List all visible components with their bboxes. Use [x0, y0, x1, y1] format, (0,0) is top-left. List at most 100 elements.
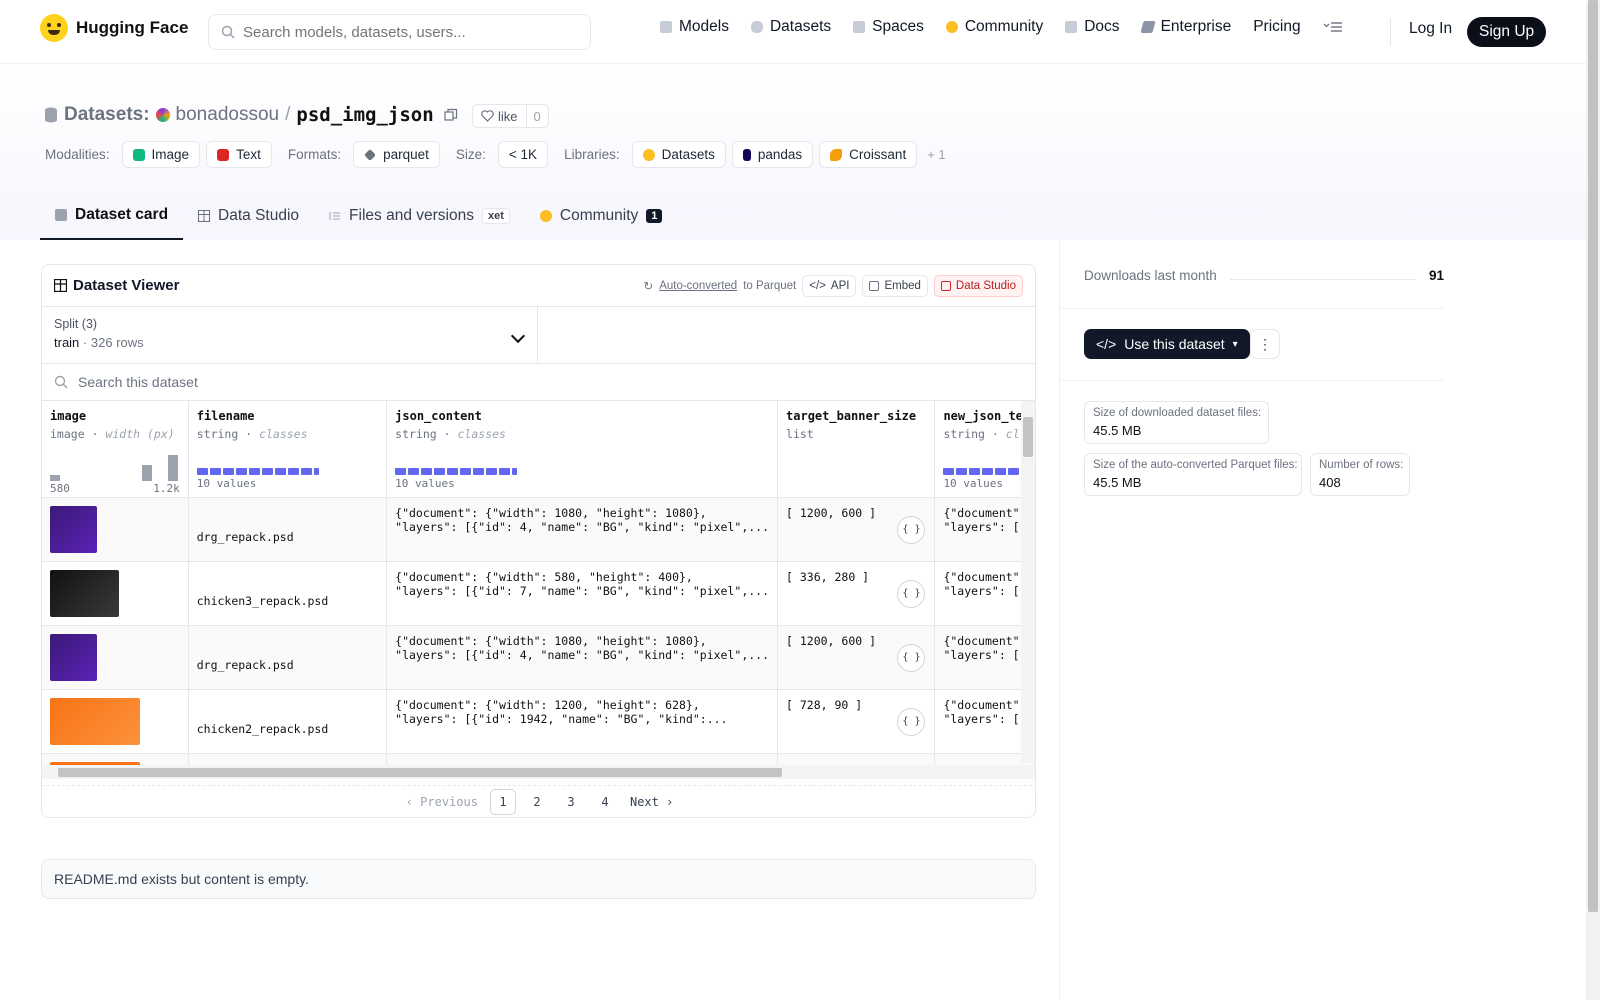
tag-text-label: Text [236, 147, 261, 162]
cell-json-line1: {"document": {"width": 1200, "height": 6… [395, 697, 700, 712]
repo-name[interactable]: psd_img_json [296, 104, 433, 126]
page-scrollbar[interactable] [1586, 0, 1600, 1000]
nav-community-label: Community [964, 18, 1044, 35]
dataset-search[interactable]: Search this dataset [42, 364, 1035, 401]
json-view-icon[interactable]: { } [897, 707, 926, 736]
horizontal-scroll-thumb[interactable] [58, 768, 782, 777]
json-view-icon[interactable]: { } [897, 643, 926, 672]
more-options-button[interactable]: ⋮ [1250, 329, 1280, 359]
dataset-icon [45, 107, 57, 123]
image-icon [132, 148, 145, 161]
signup-button[interactable]: Sign Up [1467, 17, 1547, 47]
nav-docs-label: Docs [1084, 18, 1120, 35]
row-count-value: 408 [1319, 475, 1341, 490]
nav-spaces[interactable]: Spaces [853, 18, 924, 36]
previous-page-button[interactable]: ‹ Previous [402, 789, 482, 815]
tag-size[interactable]: < 1K [497, 141, 549, 168]
api-button[interactable]: </> API [802, 274, 857, 297]
col-new-json-type-sep: · [991, 427, 999, 441]
nav-enterprise[interactable]: Enterprise [1139, 18, 1231, 36]
col-new-json-hint: cl [1005, 427, 1020, 441]
cell-banner-size: [ 336, 280 ] [786, 569, 870, 584]
search-input[interactable] [243, 23, 563, 41]
like-count: 0 [533, 108, 541, 124]
logo[interactable]: Hugging Face [40, 14, 188, 42]
nav-models-label: Models [679, 18, 729, 35]
col-new-json[interactable]: new_json_te string · cl 10 values [934, 401, 1035, 498]
nav-datasets[interactable]: Datasets [750, 18, 831, 36]
repo-header: Datasets: bonadossou / psd_img_json like… [0, 64, 1586, 240]
page-button[interactable]: 3 [558, 789, 584, 815]
nav-more-menu[interactable] [1323, 21, 1343, 33]
tag-datasets-lib[interactable]: Datasets [631, 141, 726, 168]
page: Hugging Face Models Datasets Spaces Comm… [0, 0, 1600, 1000]
more-libraries[interactable]: + 1 [927, 147, 945, 162]
page-button[interactable]: 2 [524, 789, 550, 815]
tag-pandas[interactable]: pandas [731, 141, 814, 168]
sidebar-divider-line [1060, 308, 1444, 309]
horizontal-scrollbar[interactable] [42, 765, 1035, 779]
table-row[interactable]: drg_repack.psd {"document": {"width": 10… [42, 625, 1035, 690]
histogram-bar [142, 465, 152, 481]
like-button[interactable]: like 0 [472, 104, 549, 128]
table-row[interactable]: chicken3_repack.psd {"document": {"width… [42, 561, 1035, 626]
tab-dataset-card[interactable]: Dataset card [40, 192, 184, 240]
row-thumbnail[interactable] [50, 569, 119, 617]
row-count-label: Number of rows: [1319, 459, 1404, 471]
row-count-stat: Number of rows: 408 [1310, 453, 1410, 496]
embed-button[interactable]: Embed [862, 274, 928, 297]
data-studio-button[interactable]: Data Studio [933, 274, 1023, 297]
repo-type-label[interactable]: Datasets: [64, 104, 150, 126]
readme-notice: README.md exists but content is empty. [41, 859, 1036, 899]
row-thumbnail[interactable] [50, 505, 97, 553]
code-icon: </> [1096, 336, 1117, 352]
table-row[interactable]: drg_repack.psd {"document": {"width": 10… [42, 497, 1035, 562]
nav-docs[interactable]: Docs [1065, 18, 1120, 36]
tag-image[interactable]: Image [121, 141, 201, 168]
vertical-scrollbar[interactable] [1021, 401, 1035, 763]
col-json-content[interactable]: json_content string · classes 10 values [386, 401, 779, 498]
cell-json-line1: {"document": {"width": 1080, "height": 1… [395, 505, 707, 520]
global-search[interactable] [208, 14, 591, 50]
vertical-scroll-thumb[interactable] [1023, 417, 1033, 457]
formats-label: Formats: [287, 147, 342, 162]
tag-croissant[interactable]: Croissant [819, 141, 918, 168]
tab-dataset-card-label: Dataset card [75, 206, 169, 223]
class-distribution [196, 468, 378, 476]
row-thumbnail[interactable] [50, 633, 97, 681]
table-row[interactable]: chicken2_repack.psd {"document": {"width… [42, 689, 1035, 754]
downloads-stat: Downloads last month 91 [1084, 268, 1444, 283]
cell-filename: chicken2_repack.psd [196, 721, 329, 736]
nav-links: Models Datasets Spaces Community Docs En… [660, 18, 1343, 36]
use-dataset-button[interactable]: </> Use this dataset ▾ [1084, 329, 1250, 359]
data-studio-label: Data Studio [955, 279, 1016, 292]
col-new-json-type: string [943, 427, 985, 441]
split-select[interactable]: Split (3) train · 326 rows [42, 307, 538, 363]
auto-converted-link[interactable]: Auto-converted [659, 280, 737, 292]
models-icon [660, 21, 672, 33]
xet-badge: xet [481, 208, 510, 224]
page-button[interactable]: 1 [489, 788, 516, 815]
tab-files[interactable]: Files and versions xet [314, 192, 525, 240]
row-thumbnail[interactable] [50, 697, 140, 745]
copy-icon[interactable] [444, 108, 458, 122]
nav-pricing[interactable]: Pricing [1253, 18, 1300, 36]
col-filename-type-sep: · [245, 427, 253, 441]
col-target-banner-size[interactable]: target_banner_size list [777, 401, 936, 498]
nav-community[interactable]: Community [945, 18, 1044, 36]
page-button[interactable]: 4 [592, 789, 618, 815]
login-link[interactable]: Log In [1409, 20, 1452, 38]
json-view-icon[interactable]: { } [897, 515, 926, 544]
tab-data-studio[interactable]: Data Studio [183, 192, 314, 240]
repo-owner[interactable]: bonadossou [176, 104, 280, 126]
tag-parquet[interactable]: parquet [353, 141, 440, 168]
col-image[interactable]: image image · width (px) 580 1.2k [42, 401, 189, 498]
col-filename[interactable]: filename string · classes 10 values [188, 401, 388, 498]
col-new-json-count: 10 values [943, 477, 1004, 490]
next-page-button[interactable]: Next › [626, 789, 677, 815]
json-view-icon[interactable]: { } [897, 579, 926, 608]
nav-models[interactable]: Models [660, 18, 729, 36]
tag-text[interactable]: Text [206, 141, 272, 168]
tab-community[interactable]: Community 1 [525, 192, 678, 240]
page-scroll-thumb[interactable] [1588, 0, 1598, 912]
